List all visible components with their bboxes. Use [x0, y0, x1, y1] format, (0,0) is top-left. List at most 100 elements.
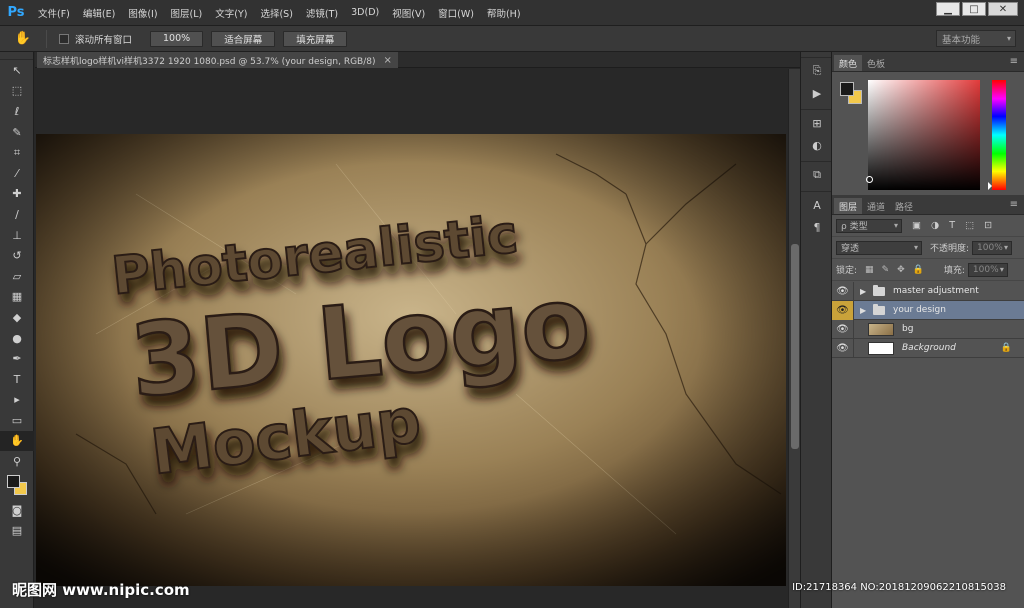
eyedropper-tool-icon[interactable]: ⁄ [0, 163, 34, 184]
adjustments-panel-icon[interactable]: ◐ [801, 134, 833, 156]
opacity-input[interactable]: 100% ▾ [972, 240, 1013, 255]
menu-view[interactable]: 视图(V) [392, 6, 425, 20]
layer-row[interactable]: 👁 ▶ your design [832, 300, 1024, 320]
lasso-tool-icon[interactable]: ℓ [0, 101, 34, 122]
watermark-site: 昵图网 www.nipic.com [12, 581, 190, 599]
history-brush-tool-icon[interactable]: ↺ [0, 245, 34, 266]
document-canvas[interactable]: Photorealistic 3D Logo Mockup [36, 134, 786, 586]
lock-position-icon[interactable]: ✥ [897, 265, 905, 275]
color-picker-field[interactable] [868, 80, 980, 190]
chevron-down-icon: ▾ [999, 264, 1004, 274]
layer-row[interactable]: 👁 Background 🔒 [832, 338, 1024, 358]
shape-tool-icon[interactable]: ▭ [0, 410, 34, 431]
foreground-color-swatch[interactable] [7, 474, 20, 488]
type-tool-icon[interactable]: T [0, 369, 34, 390]
menu-edit[interactable]: 编辑(E) [83, 6, 115, 20]
menu-help[interactable]: 帮助(H) [487, 6, 521, 20]
foreground-color-swatch[interactable] [840, 82, 854, 96]
menu-file[interactable]: 文件(F) [38, 6, 70, 20]
layer-row[interactable]: 👁 bg [832, 319, 1024, 339]
close-document-icon[interactable]: × [384, 55, 392, 66]
tab-channels[interactable]: 通道 [862, 198, 890, 214]
panel-menu-icon[interactable]: ≡ [1010, 56, 1018, 67]
panel-grip[interactable] [801, 52, 831, 58]
lock-icon: 🔒 [1000, 343, 1012, 353]
scroll-all-windows-checkbox[interactable] [59, 33, 69, 44]
minimize-button[interactable]: ▁ [936, 2, 960, 16]
layer-name: bg [902, 324, 914, 334]
actions-panel-icon[interactable]: ▶ [801, 82, 833, 104]
tab-color[interactable]: 颜色 [834, 55, 863, 71]
visibility-eye-icon[interactable]: 👁 [832, 281, 854, 301]
move-tool-icon[interactable]: ↖ [0, 60, 34, 81]
crop-tool-icon[interactable]: ⌗ [0, 142, 34, 163]
scrollbar-thumb[interactable] [791, 244, 799, 449]
restore-button[interactable]: □ [962, 2, 986, 16]
clone-stamp-tool-icon[interactable]: ⊥ [0, 225, 34, 246]
gradient-tool-icon[interactable]: ▦ [0, 287, 34, 308]
hue-slider[interactable] [992, 80, 1006, 190]
document-vertical-scrollbar[interactable] [788, 69, 800, 608]
character-panel-icon[interactable]: A [801, 194, 833, 216]
menu-select[interactable]: 选择(S) [260, 6, 292, 20]
menu-3d[interactable]: 3D(D) [351, 7, 379, 18]
menu-image[interactable]: 图像(I) [128, 6, 157, 20]
blend-mode-select[interactable]: 穿透 ▾ [836, 240, 922, 255]
canvas-pasteboard[interactable]: Photorealistic 3D Logo Mockup [35, 69, 787, 608]
lock-transparent-icon[interactable]: ▦ [865, 265, 874, 275]
color-picker-marker[interactable] [866, 176, 873, 183]
layer-kind-filter[interactable]: ρ 类型 ▾ [836, 218, 902, 233]
paragraph-panel-icon[interactable]: ¶ [801, 216, 833, 238]
tab-paths[interactable]: 路径 [890, 198, 918, 214]
workspace-select[interactable]: 基本功能 ▾ [936, 30, 1016, 47]
tool-presets-panel-icon[interactable]: ⧉ [801, 164, 833, 186]
screen-mode-icon[interactable]: ▤ [0, 520, 34, 541]
brush-tool-icon[interactable]: ∕ [0, 204, 34, 225]
zoom-100-button[interactable]: 100% [150, 30, 204, 47]
fill-input[interactable]: 100% ▾ [967, 262, 1008, 277]
layer-row[interactable]: 👁 ▶ master adjustment [832, 281, 1024, 301]
zoom-tool-icon[interactable]: ⚲ [0, 451, 34, 472]
tab-layers[interactable]: 图层 [834, 198, 863, 214]
path-select-tool-icon[interactable]: ▸ [0, 390, 34, 411]
history-panel-icon[interactable]: ⎘ [801, 60, 833, 82]
filter-smart-object-icon[interactable]: ⊡ [984, 220, 992, 231]
pen-tool-icon[interactable]: ✒ [0, 348, 34, 369]
hue-slider-handle[interactable] [988, 182, 992, 190]
visibility-eye-icon[interactable]: 👁 [832, 338, 854, 358]
lock-all-icon[interactable]: 🔒 [913, 265, 924, 275]
filter-shape-icon[interactable]: ⬚ [965, 220, 974, 231]
lock-pixels-icon[interactable]: ✎ [882, 265, 890, 275]
quick-mask-icon[interactable]: ◙ [0, 500, 34, 521]
filter-pixel-icon[interactable]: ▣ [912, 220, 921, 231]
close-window-button[interactable]: ✕ [988, 2, 1018, 16]
window-controls: ▁ □ ✕ [934, 2, 1018, 16]
menu-type[interactable]: 文字(Y) [215, 6, 247, 20]
menu-window[interactable]: 窗口(W) [438, 6, 474, 20]
properties-panel-icon[interactable]: ⊞ [801, 112, 833, 134]
fit-screen-button[interactable]: 适合屏幕 [211, 30, 276, 47]
dodge-tool-icon[interactable]: ● [0, 328, 34, 349]
filter-type-icon[interactable]: T [949, 220, 955, 231]
fill-screen-button[interactable]: 填充屏幕 [283, 30, 348, 47]
document-tab[interactable]: 标志样机logo样机vi样机3372 1920 1080.psd @ 53.7%… [37, 52, 398, 68]
menu-layer[interactable]: 图层(L) [171, 6, 203, 20]
hand-tool-icon[interactable]: ✋ [0, 430, 34, 452]
artwork-image: Photorealistic 3D Logo Mockup [36, 134, 786, 586]
eraser-tool-icon[interactable]: ▱ [0, 266, 34, 287]
marquee-tool-icon[interactable]: ⬚ [0, 81, 34, 102]
panel-menu-icon[interactable]: ≡ [1010, 199, 1018, 210]
tab-swatches[interactable]: 色板 [862, 55, 890, 71]
expand-arrow-icon[interactable]: ▶ [860, 306, 870, 315]
expand-arrow-icon[interactable]: ▶ [860, 287, 870, 296]
menu-filter[interactable]: 滤镜(T) [306, 6, 338, 20]
visibility-eye-icon[interactable]: 👁 [832, 319, 854, 339]
panel-grip[interactable] [0, 52, 33, 60]
lock-row: 锁定: ▦ ✎ ✥ 🔒 填充: 100% ▾ [832, 259, 1024, 281]
hand-tool-preset-icon[interactable]: ✋ [6, 29, 40, 49]
visibility-eye-icon[interactable]: 👁 [832, 300, 854, 320]
healing-brush-tool-icon[interactable]: ✚ [0, 184, 34, 205]
blur-tool-icon[interactable]: ◆ [0, 307, 34, 328]
filter-adjustment-icon[interactable]: ◑ [931, 220, 939, 231]
quick-select-tool-icon[interactable]: ✎ [0, 122, 34, 143]
